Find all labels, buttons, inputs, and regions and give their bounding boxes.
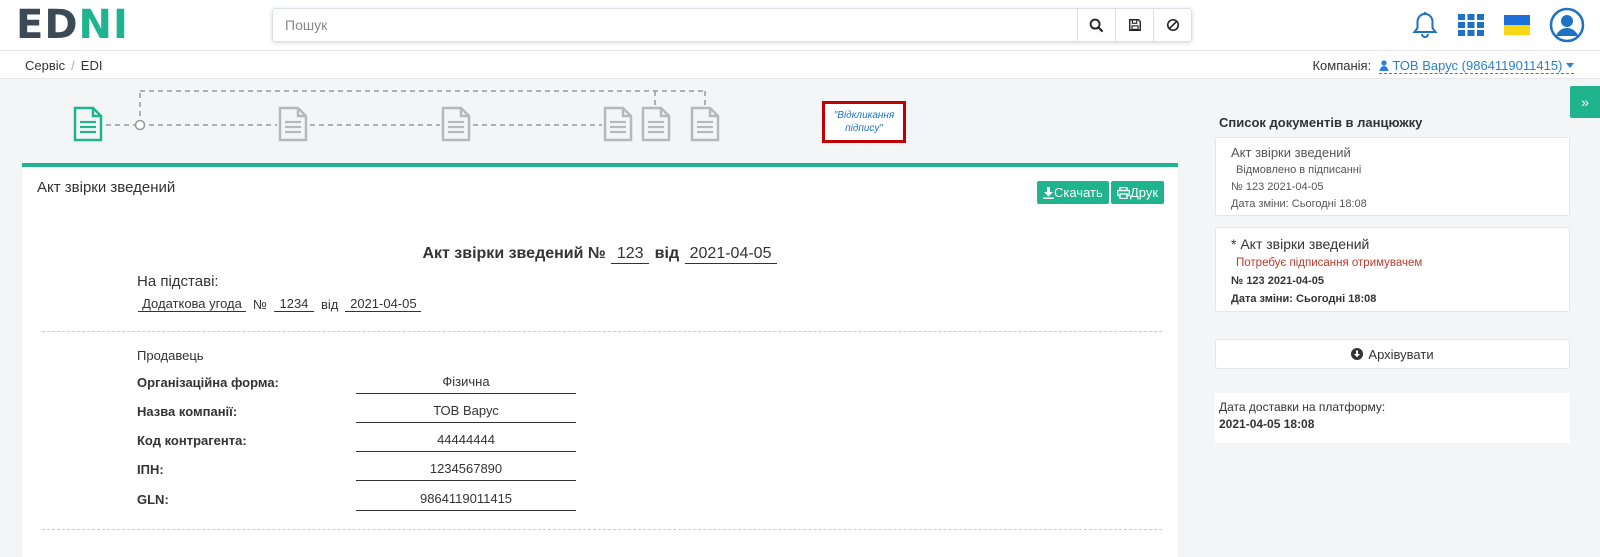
language-switch[interactable]: [1503, 10, 1531, 40]
field-value: Фізична: [356, 372, 576, 394]
basis-number: 1234: [273, 296, 314, 312]
ukraine-flag-icon: [1504, 15, 1530, 35]
section-divider: [42, 331, 1162, 332]
breadcrumb-separator: /: [71, 58, 75, 73]
download-label: Скачать: [1054, 185, 1103, 200]
act-number: 123: [611, 245, 650, 264]
doc-icon[interactable]: [689, 106, 721, 142]
field-label: Код контрагента:: [137, 433, 247, 448]
breadcrumb: Сервіс / EDI: [25, 58, 102, 73]
user-menu[interactable]: [1548, 6, 1586, 44]
basis-type: Додаткова угода: [138, 296, 246, 312]
company-dropdown[interactable]: ТОВ Варус (9864119011415): [1378, 58, 1574, 74]
document-title: Акт звірки зведений: [37, 179, 176, 196]
logo-ni: NI: [78, 2, 129, 48]
user-icon: [1379, 60, 1389, 71]
document-panel: Акт звірки зведений Скачать Друк Акт зві…: [22, 167, 1178, 557]
chain-doc-card[interactable]: Акт звірки зведений Відмовлено в підписа…: [1215, 137, 1570, 216]
breadcrumb-bar: Сервіс / EDI Компанія: ТОВ Варус (98641190…: [0, 51, 1600, 79]
company-selector: Компанія: ТОВ Варус (9864119011415): [1312, 58, 1574, 74]
notifications-button[interactable]: [1410, 10, 1440, 40]
search-icon: [1089, 18, 1104, 32]
print-button[interactable]: Друк: [1111, 181, 1165, 204]
print-icon: [1117, 186, 1130, 199]
company-value: ТОВ Варус (9864119011415): [1392, 58, 1563, 73]
clear-search-button[interactable]: [1153, 9, 1191, 41]
save-icon: [1128, 19, 1141, 31]
logo-ed: ED: [16, 2, 79, 48]
delivery-info: Дата доставки на платформу: 2021-04-05 1…: [1215, 393, 1570, 443]
search-input[interactable]: [273, 9, 1077, 41]
field-value: 44444444: [356, 430, 576, 452]
doc-icon[interactable]: [602, 106, 634, 142]
user-avatar-icon: [1549, 7, 1585, 43]
act-heading: Акт звірки зведений № 123 від 2021-04-05: [22, 245, 1178, 264]
card-status: Потребує підписання отримувачем: [1236, 257, 1423, 269]
apps-grid-icon: [1458, 14, 1484, 36]
search-bar: [272, 8, 1192, 42]
field-label: ІПН:: [137, 462, 164, 477]
card-number: № 123 2021-04-05: [1231, 275, 1324, 287]
archive-label: Архівувати: [1368, 346, 1434, 362]
field-value: 1234567890: [356, 459, 576, 481]
download-button[interactable]: Скачать: [1037, 181, 1109, 204]
doc-icon[interactable]: [440, 106, 472, 142]
breadcrumb-item-edi[interactable]: EDI: [81, 58, 103, 73]
chain-list-title: Список документів в ланцюжку: [1219, 115, 1423, 130]
field-row-ipn: ІПН: 1234567890: [137, 459, 617, 481]
basis-no-sign: №: [253, 297, 267, 312]
card-status: Відмовлено в підписанні: [1236, 164, 1362, 176]
basis-row: Додаткова угода № 1234 від 2021-04-05: [137, 296, 422, 312]
basis-date: 2021-04-05: [345, 296, 422, 312]
company-label: Компанія:: [1312, 58, 1372, 73]
field-row-counterparty-code: Код контрагента: 44444444: [137, 430, 617, 452]
act-title: Акт звірки зведений №: [422, 245, 606, 262]
chain-diagram: [106, 90, 706, 131]
field-label: Назва компанії:: [137, 404, 238, 419]
chain-status-label: "Відкликання підпису": [833, 110, 895, 134]
delivery-label: Дата доставки на платформу:: [1219, 400, 1386, 414]
download-icon: [1043, 186, 1054, 199]
field-label: Організаційна форма:: [137, 375, 279, 390]
doc-icon[interactable]: [277, 106, 309, 142]
card-changed: Дата зміни: Сьогодні 18:08: [1231, 198, 1367, 210]
seller-heading: Продавець: [137, 348, 204, 363]
clear-icon: [1166, 18, 1179, 32]
field-value: ТОВ Варус: [356, 401, 576, 423]
doc-icon-active[interactable]: [72, 106, 104, 142]
field-value: 9864119011415: [356, 489, 576, 511]
top-header: ED NI: [0, 0, 1600, 51]
act-from-word: від: [654, 245, 680, 262]
caret-down-icon: [1566, 63, 1574, 68]
save-search-button[interactable]: [1115, 9, 1153, 41]
document-chain: "Відкликання підпису": [22, 86, 1178, 166]
field-row-org-form: Організаційна форма: Фізична: [137, 372, 617, 394]
chain-doc-card-current[interactable]: * Акт звірки зведений Потребує підписанн…: [1215, 227, 1570, 312]
card-number: № 123 2021-04-05: [1231, 181, 1324, 193]
apps-grid-button[interactable]: [1457, 10, 1485, 40]
collapse-sidebar-button[interactable]: »: [1570, 86, 1600, 118]
field-label: GLN:: [137, 492, 169, 507]
archive-download-icon: [1351, 348, 1364, 360]
breadcrumb-item-service[interactable]: Сервіс: [25, 58, 65, 73]
field-row-gln: GLN: 9864119011415: [137, 489, 617, 511]
search-button[interactable]: [1077, 9, 1115, 41]
double-chevron-right-icon: »: [1581, 94, 1589, 110]
basis-from-word: від: [320, 297, 339, 312]
delivery-date: 2021-04-05 18:08: [1219, 417, 1315, 431]
card-title: Акт звірки зведений: [1231, 145, 1351, 160]
card-changed: Дата зміни: Сьогодні 18:08: [1231, 293, 1377, 305]
doc-icon[interactable]: [640, 106, 672, 142]
bell-icon: [1412, 12, 1438, 38]
basis-label: На підставі:: [137, 273, 219, 290]
field-row-company-name: Назва компанії: ТОВ Варус: [137, 401, 617, 423]
act-date: 2021-04-05: [684, 245, 777, 264]
chain-junction: [134, 119, 146, 131]
print-label: Друк: [1130, 185, 1159, 200]
archive-button[interactable]: Архівувати: [1215, 339, 1570, 369]
section-divider: [42, 529, 1162, 530]
chain-status-box[interactable]: "Відкликання підпису": [822, 101, 906, 143]
edin-logo[interactable]: ED NI: [16, 2, 129, 48]
card-title: * Акт звірки зведений: [1231, 236, 1370, 252]
